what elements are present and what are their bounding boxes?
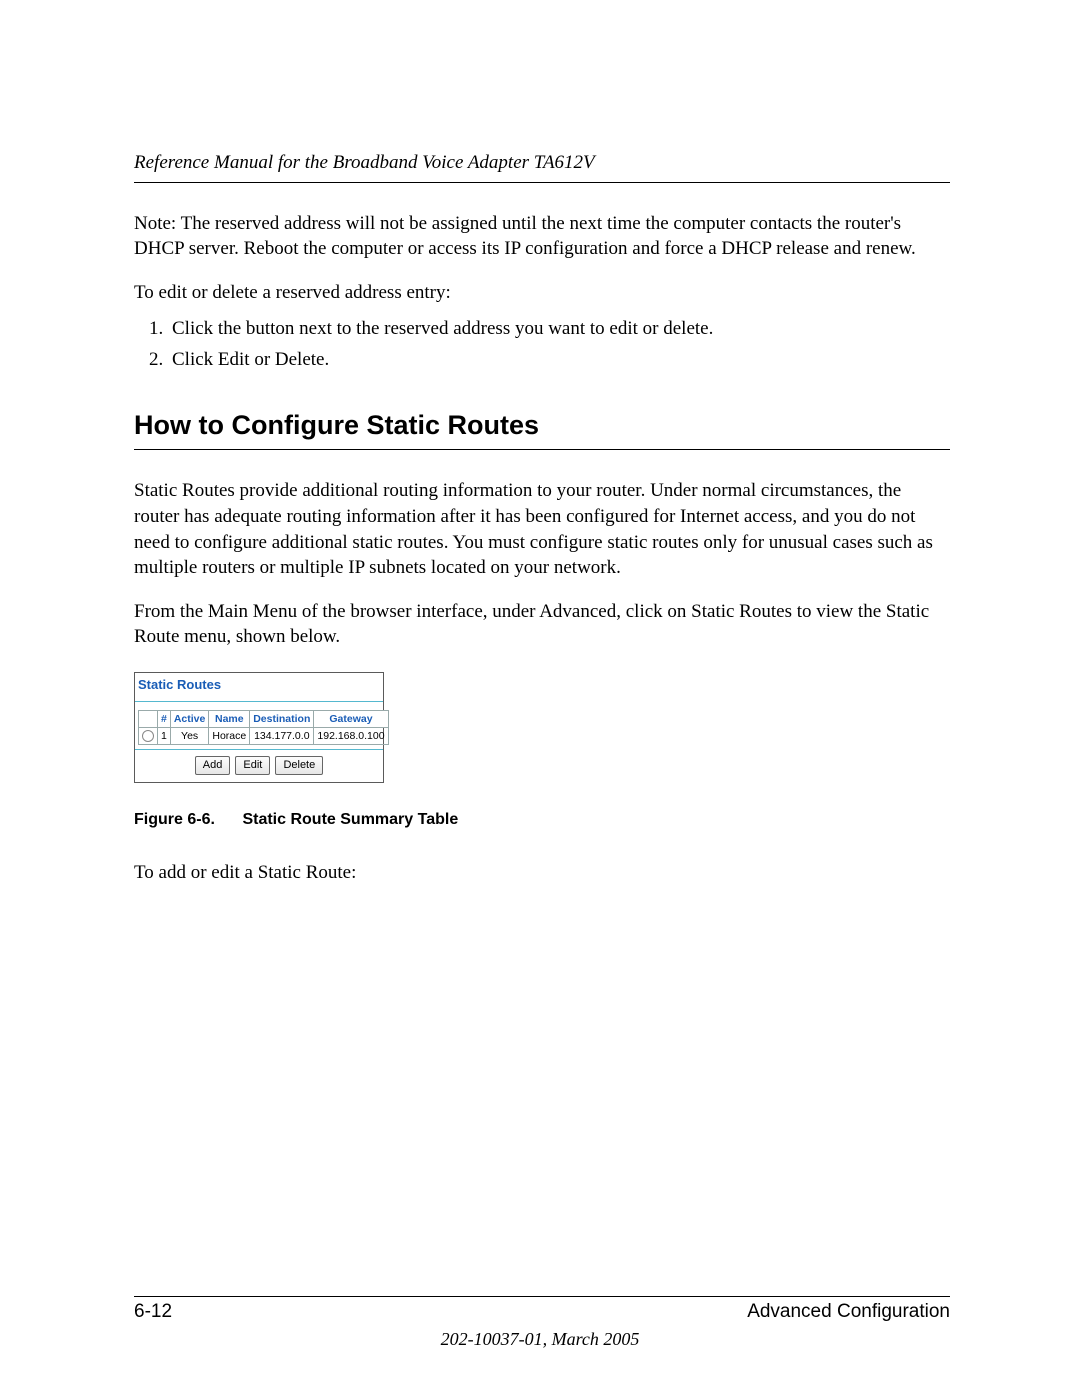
col-select (139, 710, 158, 727)
cell-name: Horace (209, 727, 250, 744)
static-routes-table: # Active Name Destination Gateway 1 Yes … (138, 710, 389, 745)
edit-delete-lead: To edit or delete a reserved address ent… (134, 280, 950, 306)
table-row: 1 Yes Horace 134.177.0.0 192.168.0.100 (139, 727, 389, 744)
cell-active: Yes (170, 727, 209, 744)
edit-button[interactable]: Edit (235, 756, 270, 775)
step-item: Click Edit or Delete. (168, 347, 950, 373)
step-item: Click the button next to the reserved ad… (168, 316, 950, 342)
section-paragraph: Static Routes provide additional routing… (134, 478, 950, 581)
section-heading: How to Configure Static Routes (134, 407, 950, 450)
row-select-cell[interactable] (139, 727, 158, 744)
cell-num: 1 (158, 727, 171, 744)
table-header-row: # Active Name Destination Gateway (139, 710, 389, 727)
chapter-title: Advanced Configuration (747, 1299, 950, 1325)
page-number: 6-12 (134, 1299, 172, 1325)
footer-rule (134, 1296, 950, 1297)
col-gateway: Gateway (314, 710, 388, 727)
edit-delete-steps: Click the button next to the reserved ad… (134, 316, 950, 373)
after-figure-paragraph: To add or edit a Static Route: (134, 860, 950, 886)
doc-id: 202-10037-01, March 2005 (0, 1327, 1080, 1351)
col-num: # (158, 710, 171, 727)
panel-button-row: Add Edit Delete (135, 750, 383, 782)
panel-title: Static Routes (135, 673, 383, 701)
col-name: Name (209, 710, 250, 727)
col-active: Active (170, 710, 209, 727)
add-button[interactable]: Add (195, 756, 231, 775)
radio-icon[interactable] (142, 730, 154, 742)
section-paragraph: From the Main Menu of the browser interf… (134, 599, 950, 650)
delete-button[interactable]: Delete (275, 756, 323, 775)
running-header: Reference Manual for the Broadband Voice… (134, 150, 950, 183)
cell-gateway: 192.168.0.100 (314, 727, 388, 744)
col-destination: Destination (250, 710, 314, 727)
cell-destination: 134.177.0.0 (250, 727, 314, 744)
figure-caption: Figure 6-6. Static Route Summary Table (134, 809, 950, 831)
panel-table-wrap: # Active Name Destination Gateway 1 Yes … (135, 702, 383, 749)
static-routes-panel: Static Routes # Active Name Destination … (134, 672, 384, 783)
document-page: Reference Manual for the Broadband Voice… (0, 0, 1080, 1397)
figure-label: Figure 6-6. (134, 809, 238, 831)
note-paragraph: Note: The reserved address will not be a… (134, 211, 950, 262)
footer-line: 6-12 Advanced Configuration (134, 1299, 950, 1325)
figure-title: Static Route Summary Table (242, 811, 458, 828)
